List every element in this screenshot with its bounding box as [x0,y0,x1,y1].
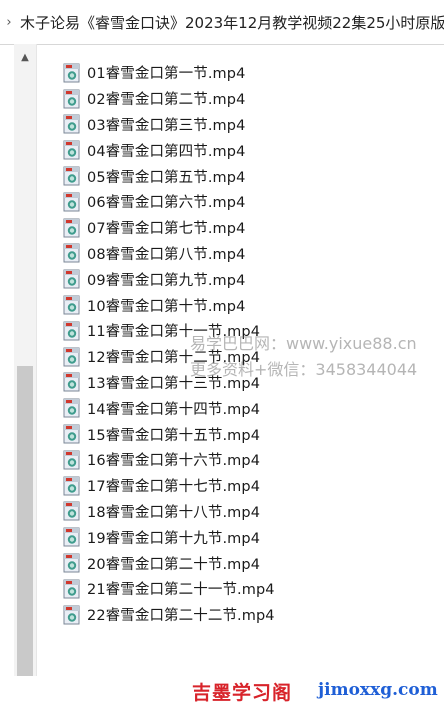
video-file-icon [62,450,82,470]
file-name: 05睿雪金口第五节.mp4 [87,169,246,186]
video-file-icon [62,424,82,444]
video-file-icon [62,553,82,573]
video-file-icon [62,243,82,263]
file-name: 14睿雪金口第十四节.mp4 [87,401,261,418]
video-file-icon [62,269,82,289]
file-item[interactable]: 14睿雪金口第十四节.mp4 [62,395,444,421]
video-file-icon [62,218,82,238]
video-file-icon [62,605,82,625]
video-file-icon [62,501,82,521]
file-name: 04睿雪金口第四节.mp4 [87,143,246,160]
file-name: 19睿雪金口第十九节.mp4 [87,530,261,547]
video-file-icon [62,372,82,392]
file-item[interactable]: 07睿雪金口第七节.mp4 [62,215,444,241]
file-item[interactable]: 02睿雪金口第二节.mp4 [62,86,444,112]
file-name: 08睿雪金口第八节.mp4 [87,246,246,263]
video-file-icon [62,398,82,418]
file-name: 18睿雪金口第十八节.mp4 [87,504,261,521]
file-item[interactable]: 16睿雪金口第十六节.mp4 [62,447,444,473]
file-item[interactable]: 04睿雪金口第四节.mp4 [62,137,444,163]
file-item[interactable]: 20睿雪金口第二十节.mp4 [62,550,444,576]
file-item[interactable]: 18睿雪金口第十八节.mp4 [62,499,444,525]
file-item[interactable]: 19睿雪金口第十九节.mp4 [62,524,444,550]
file-item[interactable]: 01睿雪金口第一节.mp4 [62,60,444,86]
video-file-icon [62,192,82,212]
scrollbar-thumb[interactable] [17,366,33,704]
file-name: 22睿雪金口第二十二节.mp4 [87,608,275,625]
file-item[interactable]: 06睿雪金口第六节.mp4 [62,189,444,215]
file-name: 16睿雪金口第十六节.mp4 [87,453,261,470]
file-item[interactable]: 22睿雪金口第二十二节.mp4 [62,602,444,628]
file-name: 06睿雪金口第六节.mp4 [87,195,246,212]
video-file-icon [62,166,82,186]
video-file-icon [62,295,82,315]
file-item[interactable]: 08睿雪金口第八节.mp4 [62,241,444,267]
scroll-up-icon[interactable]: ▲ [14,52,36,63]
brand-domain: jimoxxg.com [318,680,438,700]
file-name: 21睿雪金口第二十一节.mp4 [87,582,275,599]
file-item[interactable]: 03睿雪金口第三节.mp4 [62,112,444,138]
video-file-icon [62,476,82,496]
file-name: 03睿雪金口第三节.mp4 [87,117,246,134]
video-file-icon [62,89,82,109]
file-name: 15睿雪金口第十五节.mp4 [87,427,261,444]
vertical-scrollbar[interactable]: ▲ [14,44,37,708]
file-item[interactable]: 21睿雪金口第二十一节.mp4 [62,576,444,602]
video-file-icon [62,321,82,341]
file-item[interactable]: 17睿雪金口第十七节.mp4 [62,473,444,499]
file-item[interactable]: 10睿雪金口第十节.mp4 [62,292,444,318]
video-file-icon [62,579,82,599]
video-file-icon [62,114,82,134]
file-name: 10睿雪金口第十节.mp4 [87,298,246,315]
watermark-line-1: 易学巴巴网：www.yixue88.cn [190,334,417,353]
file-item[interactable]: 15睿雪金口第十五节.mp4 [62,421,444,447]
file-item[interactable]: 05睿雪金口第五节.mp4 [62,163,444,189]
video-file-icon [62,527,82,547]
video-file-icon [62,63,82,83]
file-name: 02睿雪金口第二节.mp4 [87,92,246,109]
file-item[interactable]: 09睿雪金口第九节.mp4 [62,266,444,292]
file-name: 09睿雪金口第九节.mp4 [87,272,246,289]
brand-logo-text: 吉墨学习阁 [192,682,293,704]
breadcrumb-path[interactable]: 木子论易《睿雪金口诀》2023年12月教学视频22集25小时原版无 [18,12,444,33]
file-name: 01睿雪金口第一节.mp4 [87,66,246,83]
chevron-right-icon[interactable]: › [0,15,18,30]
watermark-line-2: 更多资料+微信：3458344044 [190,360,418,379]
address-bar[interactable]: › 木子论易《睿雪金口诀》2023年12月教学视频22集25小时原版无 [0,0,444,45]
file-name: 17睿雪金口第十七节.mp4 [87,479,261,496]
file-name: 07睿雪金口第七节.mp4 [87,221,246,238]
video-file-icon [62,140,82,160]
video-file-icon [62,347,82,367]
file-name: 20睿雪金口第二十节.mp4 [87,556,261,573]
